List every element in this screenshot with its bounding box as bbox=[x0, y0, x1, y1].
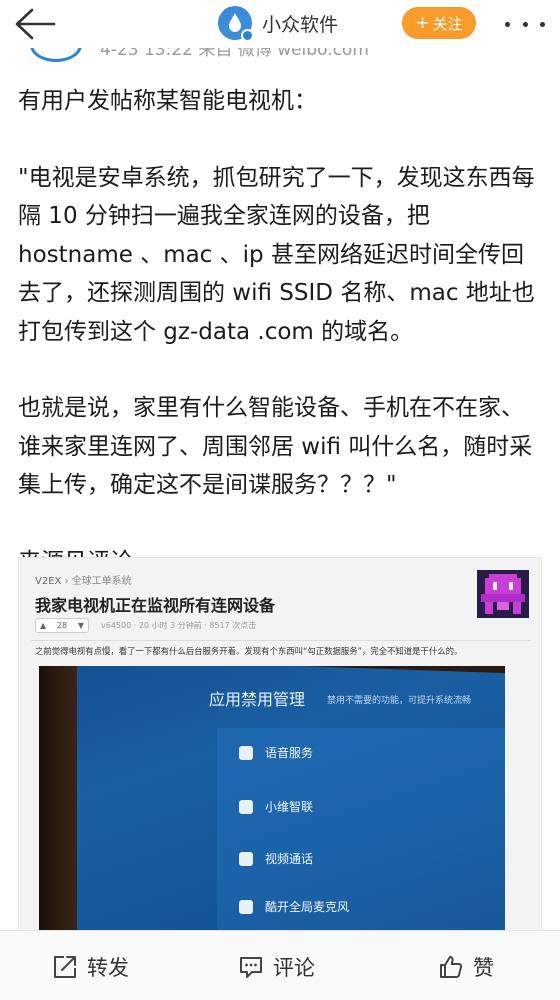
comment-label: 评论 bbox=[273, 956, 315, 980]
image-topic-meta: v64500 · 20 小时 3 分钟前 · 8517 次点击 bbox=[101, 621, 257, 630]
tv-photo: 应用禁用管理 禁用不需要的功能，可提升系统流畅 语音服务 小维智联 视频通话 酷… bbox=[39, 666, 505, 951]
checkbox-icon bbox=[239, 851, 253, 866]
account-name[interactable]: 小众软件 bbox=[262, 10, 338, 37]
tv-menu-item: 小维智联 bbox=[239, 798, 313, 815]
back-arrow-icon bbox=[15, 8, 56, 40]
follow-label: 关注 bbox=[432, 14, 463, 33]
back-button[interactable] bbox=[12, 6, 56, 42]
more-dot-icon bbox=[522, 21, 528, 27]
downvote-icon: ▼ bbox=[77, 621, 84, 630]
bottom-action-bar: 转发 评论 赞 bbox=[0, 930, 560, 1000]
comment-button[interactable]: 评论 bbox=[238, 953, 315, 981]
breadcrumb-site: V2EX bbox=[35, 576, 62, 587]
follow-button[interactable]: + 关注 bbox=[402, 7, 476, 39]
top-bar: 小众软件 + 关注 bbox=[0, 0, 560, 48]
more-options-button[interactable] bbox=[505, 12, 545, 36]
like-button[interactable]: 赞 bbox=[438, 953, 494, 981]
tv-menu-subtitle: 禁用不需要的功能，可提升系统流畅 bbox=[327, 696, 472, 706]
upvote-icon: ▲ bbox=[40, 621, 47, 630]
tv-frame bbox=[39, 666, 77, 951]
checkbox-icon bbox=[239, 899, 253, 914]
tv-menu-heading: 应用禁用管理 bbox=[209, 690, 306, 709]
like-label: 赞 bbox=[473, 956, 494, 980]
checkbox-icon bbox=[239, 799, 253, 814]
tv-menu-item: 酷开全局麦克风 bbox=[239, 898, 349, 915]
thumbs-up-icon bbox=[440, 956, 463, 978]
repost-icon bbox=[54, 956, 76, 978]
more-dot-icon bbox=[540, 21, 545, 27]
pixel-avatar-icon bbox=[477, 570, 529, 618]
post-body: 有用户发帖称某智能电视机： "电视是安卓系统，抓包研究了一下，发现这东西每隔 1… bbox=[18, 82, 542, 581]
account-title[interactable]: 小众软件 bbox=[218, 6, 338, 42]
post-paragraph: 也就是说，家里有什么智能设备、手机在不在家、谁来家里连网了、周围邻居 wifi … bbox=[18, 395, 533, 498]
repost-label: 转发 bbox=[87, 956, 129, 980]
more-dot-icon bbox=[505, 21, 510, 27]
breadcrumb-separator: › bbox=[64, 576, 69, 587]
verified-badge-icon bbox=[241, 29, 254, 42]
tv-menu-item: 语音服务 bbox=[239, 744, 313, 761]
water-drop-icon bbox=[229, 13, 241, 32]
comment-icon bbox=[240, 957, 262, 978]
image-topic-title: 我家电视机正在监视所有连网设备 bbox=[35, 596, 276, 615]
plus-icon: + bbox=[415, 13, 430, 33]
image-vote-box: ▲ 28 ▼ bbox=[35, 618, 89, 633]
repost-button[interactable]: 转发 bbox=[52, 953, 129, 981]
post-paragraph: "电视是安卓系统，抓包研究了一下，发现这东西每隔 10 分钟扫一遍我全家连网的设… bbox=[18, 164, 535, 345]
tv-menu-panel bbox=[217, 728, 505, 951]
image-divider bbox=[31, 640, 531, 641]
breadcrumb-node: 全球工单系统 bbox=[71, 576, 132, 587]
image-breadcrumb: V2EX › 全球工单系统 bbox=[35, 572, 132, 587]
tv-menu-item: 视频通话 bbox=[239, 850, 313, 867]
post-paragraph: 有用户发帖称某智能电视机： bbox=[18, 88, 317, 114]
image-topic-description: 之前觉得电视有点慢，看了一下都有什么后台服务开着。发现有个东西叫“勾正数据服务”… bbox=[35, 646, 463, 656]
account-avatar[interactable] bbox=[218, 6, 254, 42]
checkbox-icon bbox=[239, 745, 253, 760]
vote-count: 28 bbox=[56, 621, 68, 630]
post-image[interactable]: V2EX › 全球工单系统 我家电视机正在监视所有连网设备 ▲ 28 ▼ v64… bbox=[18, 557, 542, 952]
